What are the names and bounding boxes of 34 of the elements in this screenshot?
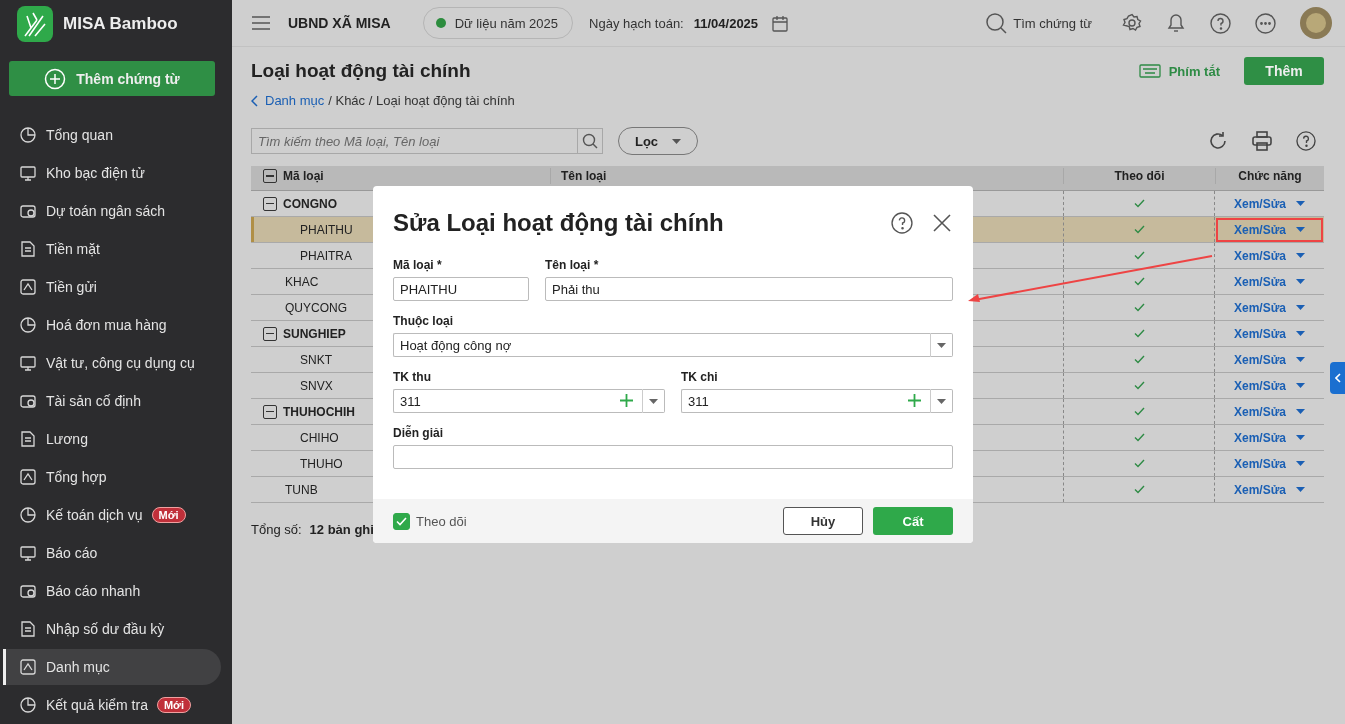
field-label: Thuộc loại [393,314,454,328]
table-cell: PHAITHU [300,222,353,237]
checkbox-label: Theo dõi [416,513,467,529]
page-title: Loại hoạt động tài chính [251,60,471,82]
column-header: Mã loại [283,169,324,183]
table-cell: THUHOCHIH [283,404,355,419]
column-header: Chức năng [1238,169,1302,183]
field-label: TK thu [393,370,432,384]
posting-date: 11/04/2025 [693,15,759,31]
field-label: Mã loại * [393,258,443,272]
table-cell: QUYCONG [285,300,347,315]
date-label: Ngày hạch toán: [589,15,684,31]
total-label: Tổng số: [251,522,302,537]
table-cell: KHAC [285,274,319,289]
field-label: Diễn giải [393,426,444,440]
breadcrumb-path: / Khác / Loại hoạt động tài chính [328,93,515,108]
table-cell: SUNGHIEP [283,326,346,341]
column-header: Tên loại [561,169,607,183]
field-label: Tên loại * [545,258,600,272]
table-cell: CONGNO [283,196,337,211]
table-cell: TUNB [285,482,318,497]
app-name: MISA Bamboo [63,14,178,34]
organization-name: UBND XÃ MISA [288,15,391,31]
new-badge: Mới [156,697,191,713]
table-cell: SNKT [300,352,332,367]
record-count: 12 bản ghi [309,522,374,537]
column-header: Theo dõi [1114,169,1165,183]
dialog-title: Sửa Loại hoạt động tài chính [393,209,724,237]
table-cell: PHAITRA [300,248,352,263]
table-cell: CHIHO [300,430,339,445]
new-badge: Mới [151,507,186,523]
field-label: TK chi [681,370,719,384]
table-cell: SNVX [300,378,333,393]
table-cell: THUHO [300,456,343,471]
